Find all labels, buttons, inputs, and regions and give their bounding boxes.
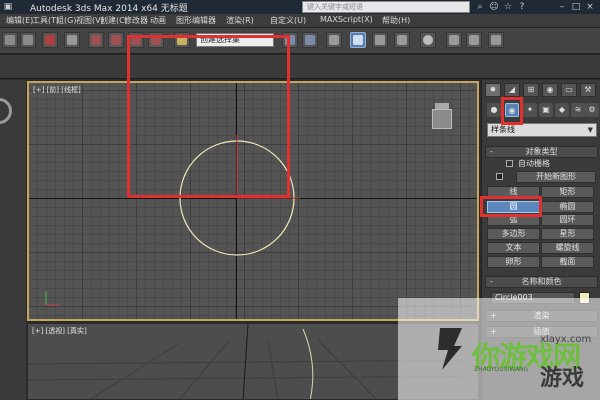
start-new-shape-checkbox[interactable] <box>496 172 508 181</box>
axis-tripod-icon <box>45 291 60 306</box>
redo-icon[interactable] <box>20 32 36 48</box>
select-move-icon[interactable] <box>64 32 80 48</box>
motion-tab-icon[interactable]: ◉ <box>542 83 558 97</box>
schematic-view-icon[interactable] <box>394 32 410 48</box>
ribbon-strip <box>0 55 600 79</box>
highlight-circle-shape <box>127 35 290 198</box>
helix-button[interactable]: 螺旋线 <box>541 242 594 254</box>
window-title: Autodesk 3ds Max 2014 x64 无标题 <box>30 4 188 14</box>
main-toolbar: 创建选择集 <box>0 28 600 54</box>
align-icon[interactable] <box>302 32 318 48</box>
title-bar: ▣ Autodesk 3ds Max 2014 x64 无标题 键入关键字或短语… <box>0 0 600 14</box>
viewport-navigation-ring-icon <box>0 98 12 124</box>
menu-animation[interactable]: 动画 <box>150 15 166 26</box>
space-warps-icon[interactable]: ≋ <box>571 103 585 117</box>
search-icon[interactable]: ⌕ <box>474 1 486 13</box>
menu-edit[interactable]: 编辑(E) <box>6 15 33 26</box>
watermark-logo-icon <box>438 328 462 370</box>
highlight-shapes-icon <box>501 97 523 125</box>
utilities-tab-icon[interactable]: ⚒ <box>580 83 596 97</box>
menu-bar: 编辑(E) 工具(T) 组(G) 视图(V) 创建(C) 修改器 动画 图形编辑… <box>0 14 600 28</box>
egg-button[interactable]: 卵形 <box>487 256 540 268</box>
dropdown-value: 样条线 <box>491 125 515 134</box>
undo-icon[interactable] <box>2 32 18 48</box>
command-panel-tabs: ✸ ◢ ⊞ ◉ ▭ ⚒ <box>485 83 597 97</box>
donut-button[interactable]: 圆环 <box>541 214 594 226</box>
menu-modifiers[interactable]: 修改器 <box>124 15 148 26</box>
graphite-ribbon-icon[interactable] <box>350 32 366 48</box>
menu-rendering[interactable]: 渲染(R) <box>226 15 254 26</box>
render-setup-icon[interactable] <box>446 32 462 48</box>
object-type-rollout-header[interactable]: - 对象类型 <box>485 146 598 158</box>
display-tab-icon[interactable]: ▭ <box>561 83 577 97</box>
star-button[interactable]: 星形 <box>541 228 594 240</box>
watermark-site: xlayx.com <box>540 334 592 345</box>
section-button[interactable]: 截面 <box>541 256 594 268</box>
layer-manager-icon[interactable] <box>326 32 342 48</box>
maximize-icon[interactable]: □ <box>570 1 582 13</box>
create-tab-icon[interactable]: ✸ <box>485 83 501 97</box>
shape-category-dropdown[interactable]: 样条线 ▼ <box>487 123 597 137</box>
angle-snap-icon[interactable] <box>108 32 124 48</box>
curve-editor-icon[interactable] <box>372 32 388 48</box>
render-production-icon[interactable] <box>488 32 504 48</box>
menu-group[interactable]: 组(G) <box>56 15 76 26</box>
menu-help[interactable]: 帮助(H) <box>382 15 410 26</box>
highlight-circle-button <box>480 196 542 217</box>
auto-grid-checkbox[interactable]: 自动栅格 <box>506 158 550 169</box>
close-icon[interactable]: × <box>584 1 596 13</box>
left-edge <box>0 80 26 400</box>
ngon-button[interactable]: 多边形 <box>487 228 540 240</box>
menu-graph-editors-visible[interactable]: 图形编辑器 <box>176 15 216 26</box>
watermark-pinyin: ZHAOYOUXIWANG <box>474 366 529 373</box>
lights-icon[interactable]: ✦ <box>523 103 537 117</box>
help-icon[interactable]: ? <box>516 1 528 13</box>
cameras-icon[interactable]: ▣ <box>539 103 553 117</box>
name-and-color-rollout-header[interactable]: - 名称和颜色 <box>485 276 598 288</box>
helpers-icon[interactable]: ◆ <box>555 103 569 117</box>
start-new-shape-button[interactable]: 开始新图形 <box>516 171 596 183</box>
chevron-down-icon: ▼ <box>587 126 593 134</box>
select-link-icon[interactable] <box>42 32 58 48</box>
modify-tab-icon[interactable]: ◢ <box>504 83 520 97</box>
material-editor-icon[interactable] <box>420 32 436 48</box>
menu-customize[interactable]: 自定义(U) <box>270 15 306 26</box>
menu-maxscript[interactable]: MAXScript(X) <box>320 15 373 24</box>
watermark-game-text: 游戏 <box>540 366 585 391</box>
rectangle-button[interactable]: 矩形 <box>541 186 594 198</box>
minimize-icon[interactable]: – <box>556 1 568 13</box>
star-icon[interactable]: ☆ <box>502 1 514 13</box>
search-input[interactable]: 键入关键字或短语 <box>302 1 470 13</box>
user-icon[interactable]: ☺ <box>488 1 500 13</box>
geometry-icon[interactable]: ● <box>487 103 501 117</box>
app-logo-icon[interactable]: ▣ <box>2 1 14 13</box>
rendered-frame-icon[interactable] <box>466 32 482 48</box>
hierarchy-tab-icon[interactable]: ⊞ <box>523 83 539 97</box>
ellipse-button[interactable]: 椭圆 <box>541 201 594 213</box>
snap-3d-icon[interactable] <box>88 32 104 48</box>
systems-icon[interactable]: ⚙ <box>585 103 599 117</box>
text-button[interactable]: 文本 <box>487 242 540 254</box>
